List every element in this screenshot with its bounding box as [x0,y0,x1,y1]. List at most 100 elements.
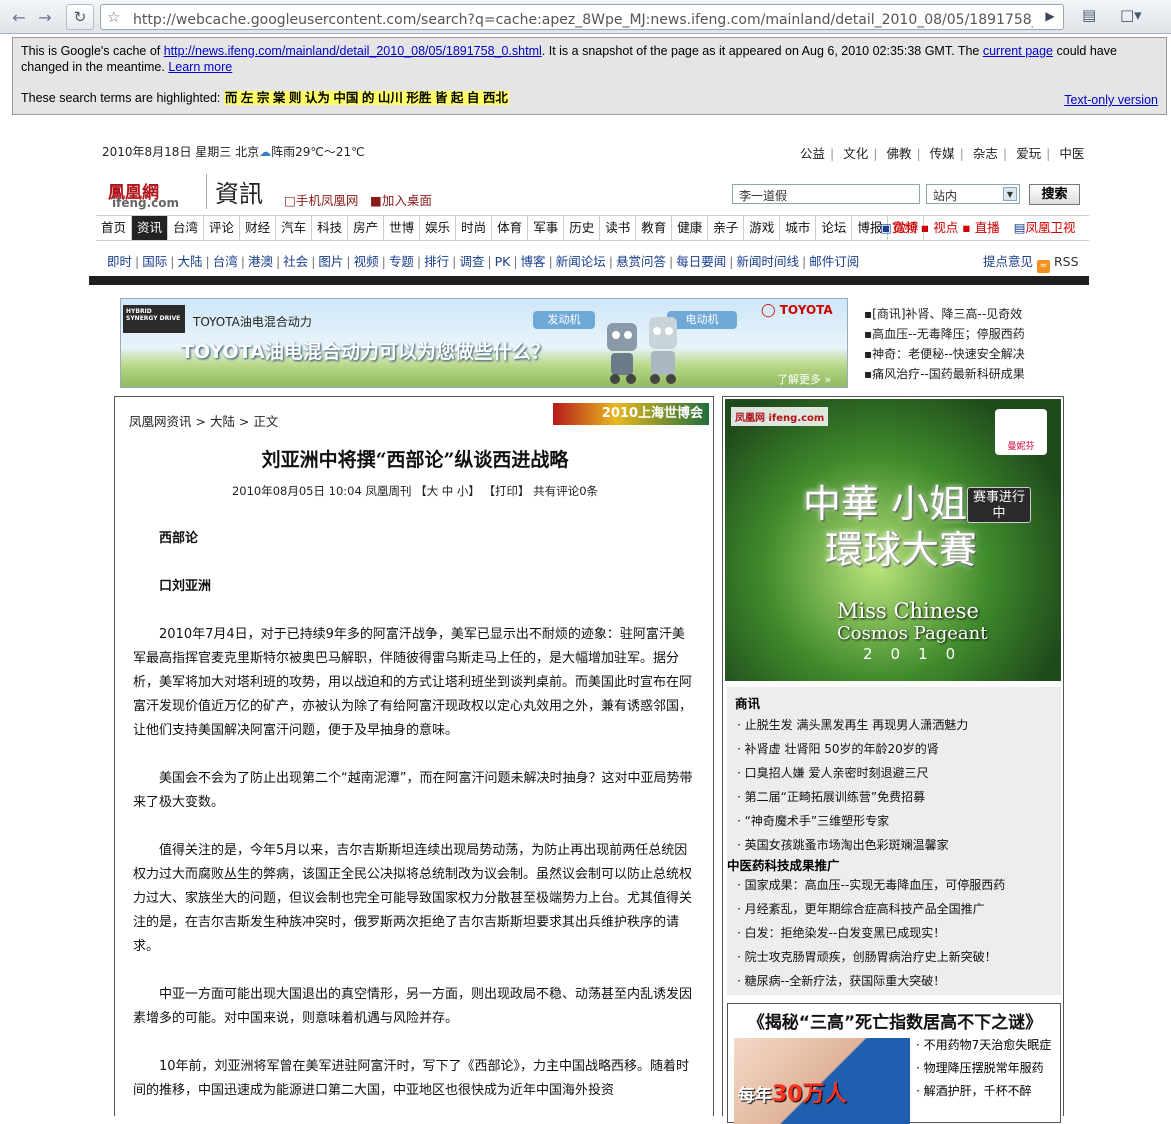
search-input[interactable]: 李一道假 [732,184,920,204]
news-item[interactable]: 第二届“正畸拓展训练营”免费招募 [737,785,968,809]
nav-right-link[interactable]: 宽频 [892,220,917,235]
sub-nav-item[interactable]: 专题 [389,254,414,269]
cached-url-link[interactable]: http://news.ifeng.com/mainland/detail_20… [164,44,542,58]
toyota-ad-banner[interactable]: HYBRID SYNERGY DRIVE TOYOTA油电混合动力 TOYOTA… [120,298,848,388]
top-link[interactable]: 爱玩 [1016,146,1041,161]
sub-nav-item[interactable]: 新闻时间线 [736,254,799,269]
nav-item[interactable]: 历史 [564,216,601,240]
nav-item[interactable]: 财经 [240,216,277,240]
promo-image[interactable]: 每年30万人 [734,1038,910,1124]
top-link[interactable]: 佛教 [886,146,911,161]
ad-link[interactable]: ▪痛风治疗--国药最新科研成果 [864,364,1025,384]
nav-item-active[interactable]: 资讯 [132,216,169,240]
sub-nav-item[interactable]: 新闻论坛 [556,254,606,269]
reload-icon[interactable]: ↻ [66,4,94,30]
nav-item[interactable]: 评论 [204,216,241,240]
rss-icon[interactable]: ≈ [1037,260,1050,273]
breadcrumb-link[interactable]: 凤凰网资讯 [129,414,192,429]
nav-item[interactable]: 读书 [600,216,637,240]
ad-link[interactable]: ▪[商讯]补肾、降三高--见奇效 [864,304,1025,324]
promo-link[interactable]: 物理降压摆脱常年服药 [916,1057,1051,1080]
nav-item[interactable]: 游戏 [744,216,781,240]
sub-nav-item[interactable]: 港澳 [248,254,273,269]
news-item[interactable]: 白发：拒绝染发--白发变黑已成现实！ [737,921,1005,945]
page-icon[interactable]: ▤ [1082,6,1096,24]
sub-nav-item[interactable]: 社会 [283,254,308,269]
learn-more-link[interactable]: Learn more [168,60,232,74]
article-body: 西部论 口刘亚洲 2010年7月4日，对于已持续9年多的阿富汗战争，美军已显示出… [133,527,695,1116]
nav-item[interactable]: 汽车 [276,216,313,240]
nav-item[interactable]: 科技 [312,216,349,240]
nav-right-link[interactable]: 直播 [975,220,1000,235]
nav-item[interactable]: 亲子 [708,216,745,240]
news-item[interactable]: 英国女孩跳蚤市场淘出色彩斑斓温馨家 [737,833,968,857]
promo-title[interactable]: 《揭秘“三高”死亡指数居高不下之谜》 [728,1008,1062,1033]
nav-right-link[interactable]: 凤凰卫视 [1026,220,1076,235]
url-text[interactable]: http://webcache.googleusercontent.com/se… [133,9,1033,29]
ad-link[interactable]: ▪神奇：老便秘--快速安全解决 [864,344,1025,364]
search-scope-select[interactable]: 站内 ▼ [926,184,1020,204]
nav-item[interactable]: 体育 [492,216,529,240]
top-link[interactable]: 传媒 [930,146,955,161]
sub-nav-item[interactable]: 邮件订阅 [809,254,859,269]
promo-link[interactable]: 不用药物7天治愈失眠症 [916,1034,1052,1057]
nav-item[interactable]: 世博 [384,216,421,240]
mobile-link[interactable]: □手机凤凰网 [284,190,358,209]
nav-item[interactable]: 城市 [780,216,817,240]
text-only-link[interactable]: Text-only version [1064,92,1158,108]
nav-item[interactable]: 时尚 [456,216,493,240]
sub-nav-item[interactable]: 悬赏问答 [616,254,666,269]
nav-item[interactable]: 军事 [528,216,565,240]
nav-item[interactable]: 健康 [672,216,709,240]
sub-nav-item[interactable]: 调查 [459,254,484,269]
promo-link[interactable]: 解酒护肝，千杯不醉 [916,1080,1051,1103]
suggest-link[interactable]: 提点意见 [983,254,1033,269]
rss-link[interactable]: RSS [1054,254,1079,269]
top-link[interactable]: 文化 [843,146,868,161]
desktop-link[interactable]: ■加入桌面 [370,190,432,209]
sub-nav-item[interactable]: 每日要闻 [676,254,726,269]
bookmark-star-icon[interactable]: ☆ [107,8,120,26]
nav-item[interactable]: 台湾 [168,216,205,240]
news-item[interactable]: 止脱生发 满头黑发再生 再现男人潇洒魅力 [737,713,969,737]
breadcrumb-link[interactable]: 大陆 [210,414,235,429]
nav-item[interactable]: 教育 [636,216,673,240]
top-link[interactable]: 公益 [800,146,825,161]
top-link[interactable]: 杂志 [973,146,998,161]
news-item[interactable]: 口臭招人嫌 爱人亲密时刻退避三尺 [737,761,968,785]
back-arrow-icon[interactable]: ← [8,6,30,28]
address-bar[interactable]: ☆ http://webcache.googleusercontent.com/… [100,4,1064,30]
ad-more-link[interactable]: 了解更多 » [777,371,831,387]
sub-nav-item[interactable]: 视频 [354,254,379,269]
sub-nav-item[interactable]: 国际 [142,254,167,269]
sub-nav-item[interactable]: PK [495,254,511,269]
search-button[interactable]: 搜索 [1029,184,1080,205]
sub-nav-item[interactable]: 即时 [107,254,132,269]
news-item[interactable]: “神奇魔术手”三维塑形专家 [737,809,968,833]
news-item[interactable]: 糖尿病--全新疗法，获国际重大突破！ [737,969,1005,993]
go-icon[interactable]: ▶ [1041,9,1059,25]
top-link[interactable]: 中医 [1059,146,1084,161]
sub-nav-item[interactable]: 大陆 [177,254,202,269]
nav-item[interactable]: 首页 [96,216,133,240]
news-item[interactable]: 补肾虚 壮肾阳 50岁的年龄20岁的肾 [737,737,968,761]
ad-link[interactable]: ▪高血压--无毒降压；停服西药 [864,324,1025,344]
sub-nav-item[interactable]: 排行 [424,254,449,269]
sub-nav-item[interactable]: 图片 [318,254,343,269]
news-item[interactable]: 国家成果：高血压--实现无毒降血压，可停服西药 [737,873,1006,897]
document-menu-icon[interactable]: □▾ [1120,6,1142,24]
nav-item[interactable]: 论坛 [816,216,853,240]
nav-right-link[interactable]: 视点 [933,220,958,235]
nav-item[interactable]: 娱乐 [420,216,457,240]
news-item[interactable]: 院士攻克肠胃顽疾，创肠胃病治疗史上新突破！ [737,945,1005,969]
sub-nav-item[interactable]: 台湾 [213,254,238,269]
article-title: 刘亚洲中将撰“西部论”纵谈西进战略 [261,449,569,471]
forward-arrow-icon[interactable]: → [34,6,56,28]
news-item[interactable]: 月经紊乱，更年期综合症高科技产品全国推广 [737,897,1005,921]
pageant-ad-image[interactable]: 凤凰网 ifeng.com 曼妮芬 中華 小姐 環球大賽 赛事进行中 Miss … [725,399,1061,681]
sub-nav-item[interactable]: 博客 [521,254,546,269]
ifeng-logo[interactable]: 鳳凰網 ifeng.com [108,178,208,212]
current-page-link[interactable]: current page [983,44,1053,58]
expo-banner[interactable]: 2010上海世博会 [553,403,709,425]
nav-item[interactable]: 房产 [348,216,385,240]
